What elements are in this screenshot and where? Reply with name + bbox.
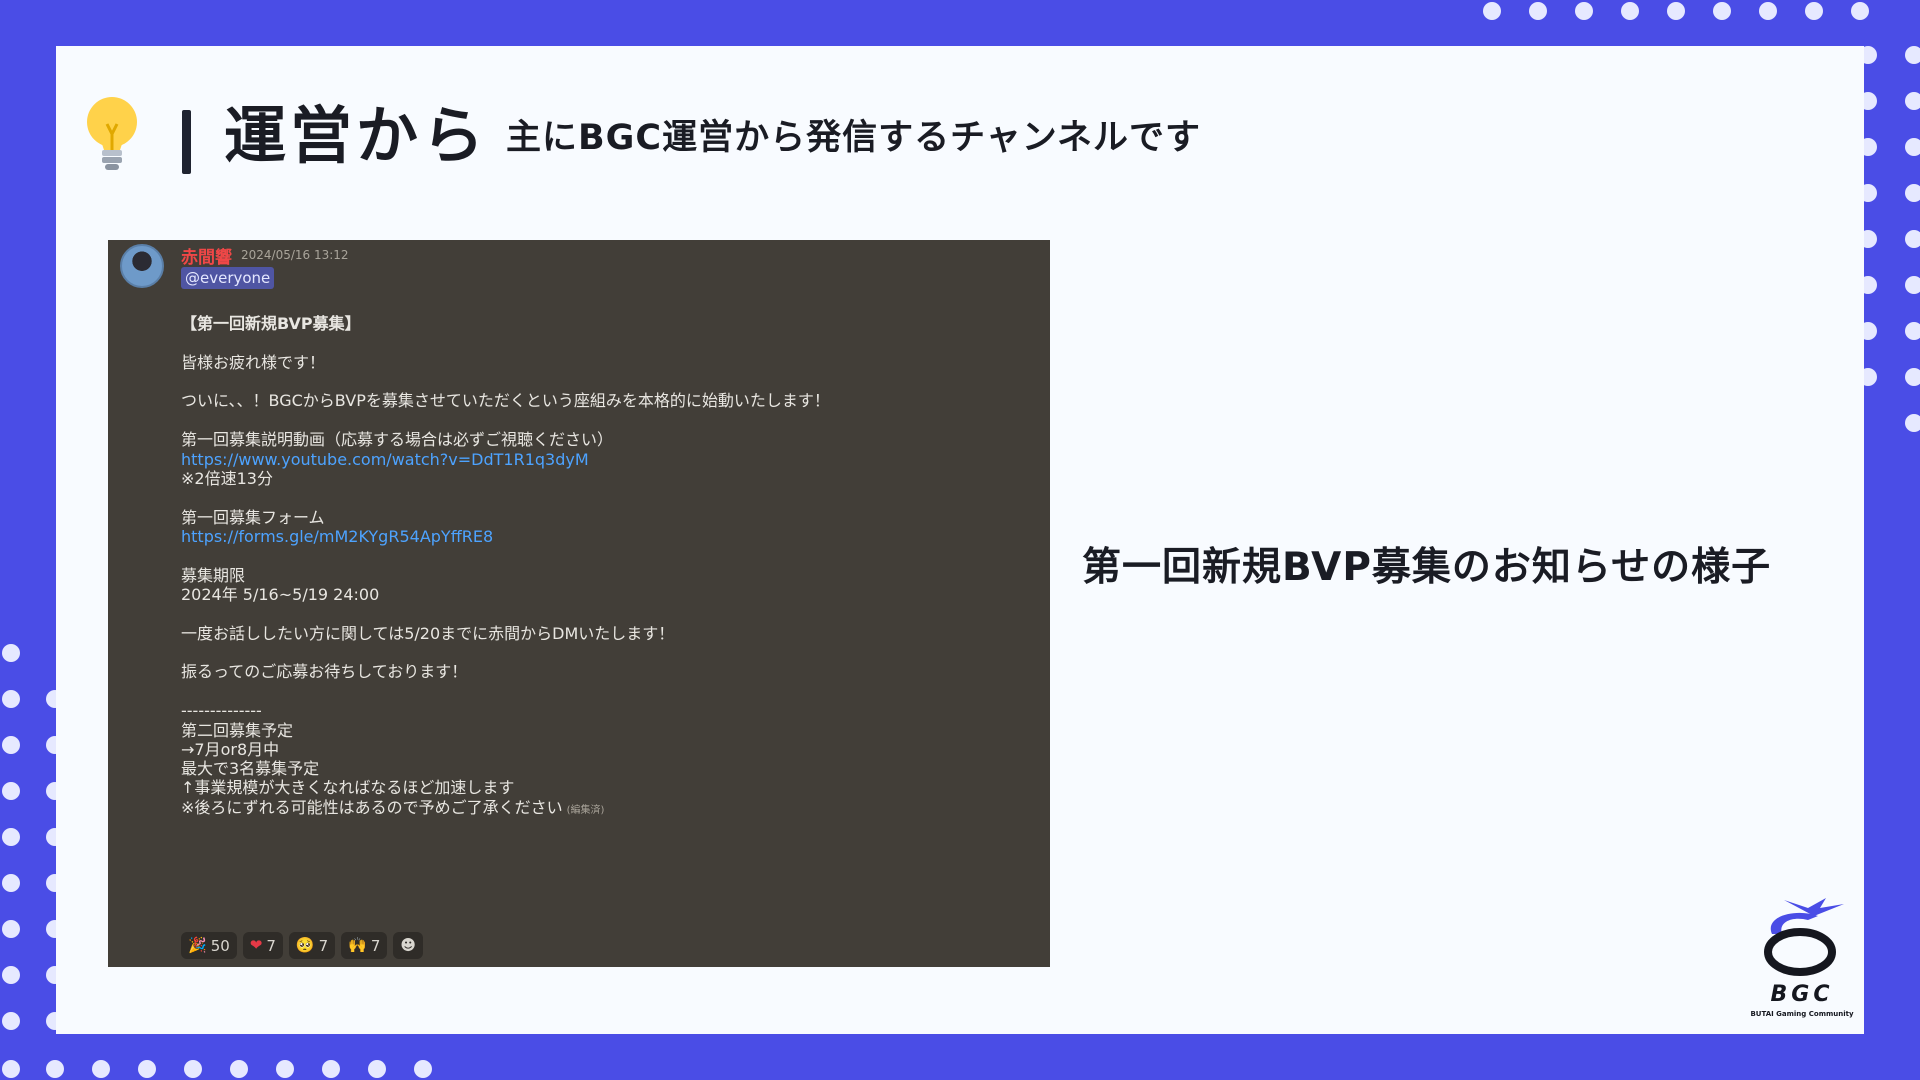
reaction-raised-hands[interactable]: 🙌 7 bbox=[341, 932, 388, 959]
logo-subtext: BUTAI Gaming Community bbox=[1750, 1010, 1854, 1018]
reaction-count: 7 bbox=[266, 936, 276, 955]
logo-text: BGC bbox=[1770, 982, 1834, 1007]
form-link[interactable]: https://forms.gle/mM2KYgR54ApYffRE8 bbox=[181, 526, 493, 548]
avatar bbox=[120, 244, 164, 288]
page-subtitle: 主にBGC運営から発信するチャンネルです bbox=[506, 118, 1202, 158]
reaction-count: 7 bbox=[318, 936, 329, 955]
message-screenshot: 赤間響 2024/05/16 13:12 @everyone 【第一回新規BVP… bbox=[108, 240, 1050, 967]
reaction-bar: 🎉 50 ❤ 7 🥺 7 🙌 7 ☻ bbox=[181, 932, 424, 959]
reaction-count: 7 bbox=[370, 936, 381, 955]
page-title: 運営から bbox=[224, 99, 489, 172]
heart-icon: ❤ bbox=[249, 936, 263, 954]
title-divider bbox=[182, 110, 191, 174]
lightbulb-icon bbox=[82, 94, 142, 174]
message-line: 【第一回新規BVP募集】 bbox=[181, 314, 361, 333]
reaction-party[interactable]: 🎉 50 bbox=[181, 932, 237, 959]
slide: 運営から 主にBGC運営から発信するチャンネルです 赤間響 2024/05/16… bbox=[0, 0, 1920, 1080]
message-line: 2024年 5/16~5/19 24:00 bbox=[181, 585, 380, 604]
reaction-heart[interactable]: ❤ 7 bbox=[242, 932, 283, 959]
message-line: 一度お話ししたい方に関しては5/20までに赤間からDMいたします！ bbox=[181, 624, 675, 643]
party-popper-icon: 🎉 bbox=[188, 936, 207, 954]
message-line: 振るってのご応募お待ちしております！ bbox=[181, 662, 468, 681]
message-divider: -------------- bbox=[181, 701, 262, 720]
pleading-face-icon: 🥺 bbox=[295, 936, 315, 954]
message-line: ※後ろにずれる可能性はあるので予めご了承ください (編集済) bbox=[181, 797, 604, 822]
message-author: 赤間響 bbox=[181, 248, 232, 268]
slide-caption: 第一回新規BVP募集のお知らせの様子 bbox=[1082, 545, 1772, 590]
add-reaction-button[interactable]: ☻ bbox=[393, 932, 424, 959]
everyone-mention: @everyone bbox=[181, 267, 275, 289]
raised-hands-icon: 🙌 bbox=[348, 936, 367, 954]
smiley-icon: ☻ bbox=[400, 936, 417, 954]
message-timestamp: 2024/05/16 13:12 bbox=[241, 248, 349, 262]
reaction-pleading[interactable]: 🥺 7 bbox=[288, 932, 336, 959]
message-line-text: ※後ろにずれる可能性はあるので予めご了承ください bbox=[181, 798, 563, 817]
edited-label: (編集済) bbox=[566, 805, 605, 816]
reaction-count: 50 bbox=[210, 936, 230, 955]
message-line: 皆様お疲れ様です！ bbox=[181, 353, 326, 372]
message-line: ↑事業規模が大きくなればなるほど加速します bbox=[181, 778, 515, 797]
message-line: ついに、、！BGCからBVPを募集させていただくという座組みを本格的に始動いたし… bbox=[181, 391, 830, 410]
message-line: 第一回募集説明動画（応募する場合は必ずご視聴ください） bbox=[181, 430, 614, 449]
message-line: ※2倍速13分 bbox=[181, 469, 273, 488]
